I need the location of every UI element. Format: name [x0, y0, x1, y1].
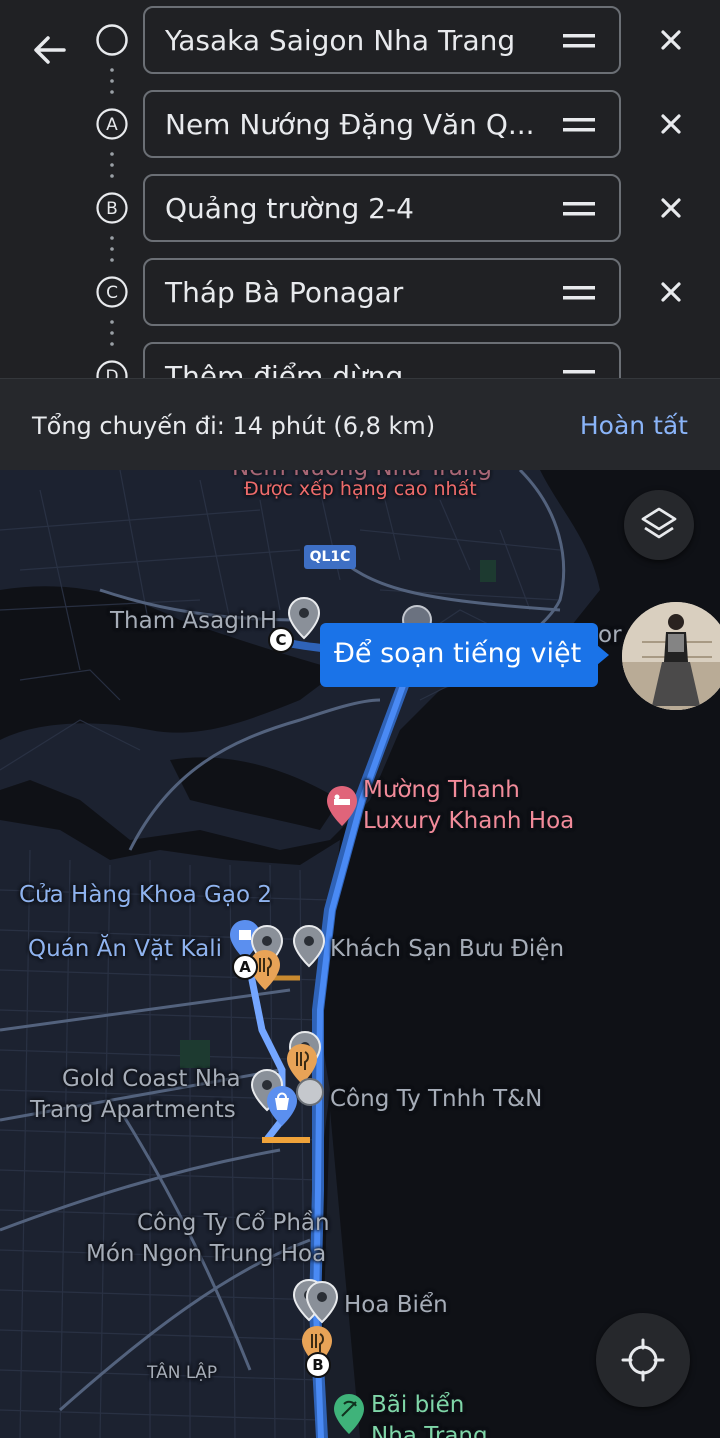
origin-field-text: Yasaka Saigon Nha Trang [165, 24, 516, 57]
gray-place-pin-icon[interactable] [305, 1280, 339, 1324]
gray-place-pin-icon[interactable] [292, 924, 326, 968]
remove-stop-b-close-icon[interactable] [652, 189, 690, 227]
keyboard-tooltip[interactable]: Để soạn tiếng việt [320, 623, 598, 687]
route-connector-dots [110, 234, 114, 268]
place-label-khach-san[interactable]: Khách Sạn Bưu Điện [330, 934, 564, 965]
stop-b-field-text: Quảng trường 2-4 [165, 192, 414, 225]
route-connector-dots [110, 318, 114, 352]
place-label-bai-bien[interactable]: Bãi biển [371, 1390, 464, 1421]
area-label-tan-lap: TÂN LẬP [147, 1363, 218, 1383]
place-label-cong-ty-cp-2[interactable]: Món Ngon Trung Hoa [86, 1239, 326, 1270]
stop-a-field[interactable]: Nem Nướng Đặng Văn Q... [143, 90, 621, 158]
svg-text:C: C [106, 283, 118, 303]
stop-a-marker-icon: A [95, 107, 129, 141]
stop-b-marker-icon: B [95, 191, 129, 225]
svg-text:B: B [106, 199, 118, 219]
place-label-muong-thanh[interactable]: Mường Thanh [363, 775, 520, 806]
place-label-cua-hang[interactable]: Cửa Hàng Khoa Gạo 2 [19, 880, 272, 911]
stop-c-marker-icon: C [95, 275, 129, 309]
trip-total-text: Tổng chuyến đi: 14 phút (6,8 km) [32, 412, 436, 440]
my-location-button[interactable] [596, 1313, 690, 1407]
place-label-cong-ty-tn[interactable]: Công Ty Tnhh T&N [330, 1084, 542, 1115]
drag-handle-icon[interactable] [563, 282, 595, 304]
add-stop-placeholder: Thêm điểm dừng [165, 360, 404, 378]
user-avatar[interactable] [622, 602, 720, 710]
place-label-muong-thanh-2[interactable]: Luxury Khanh Hoa [363, 806, 574, 837]
map-stop-c-marker[interactable]: C [268, 627, 294, 653]
place-label-bai-bien-2[interactable]: Nha Trang [371, 1421, 488, 1438]
top-rated-badge: Được xếp hạng cao nhất [244, 478, 477, 500]
drag-handle-icon[interactable] [563, 114, 595, 136]
layers-button[interactable] [624, 490, 694, 560]
back-arrow-icon[interactable] [28, 28, 72, 72]
map-view[interactable]: Nem Nướng Nha Trang Được xếp hạng cao nh… [0, 470, 720, 1438]
origin-field[interactable]: Yasaka Saigon Nha Trang [143, 6, 621, 74]
remove-stop-a-close-icon[interactable] [652, 105, 690, 143]
remove-stop-c-close-icon[interactable] [652, 273, 690, 311]
road-shield-ql1c: QL1C [304, 545, 356, 569]
stop-b-field[interactable]: Quảng trường 2-4 [143, 174, 621, 242]
drag-handle-icon[interactable] [563, 30, 595, 52]
place-label-tham-asagin[interactable]: Tham AsaginH [110, 606, 277, 637]
stop-a-field-text: Nem Nướng Đặng Văn Q... [165, 108, 535, 141]
trip-summary-bar: Tổng chuyến đi: 14 phút (6,8 km) Hoàn tấ… [0, 378, 720, 470]
route-connector-dots [110, 150, 114, 184]
place-label-gold-coast-2[interactable]: Trang Apartments [30, 1095, 236, 1126]
stop-d-letter: D [105, 367, 118, 378]
stop-d-marker-icon: D [95, 359, 129, 378]
tooltip-arrow [597, 645, 609, 665]
place-label-cong-ty-cp[interactable]: Công Ty Cổ Phần [137, 1208, 330, 1239]
done-button[interactable]: Hoàn tất [580, 379, 688, 473]
svg-text:A: A [106, 115, 118, 135]
route-connector-dots [110, 66, 114, 100]
stop-c-field[interactable]: Tháp Bà Ponagar [143, 258, 621, 326]
beach-pin-icon[interactable] [332, 1392, 366, 1436]
gray-place-pin-icon[interactable] [293, 1072, 327, 1116]
origin-circle-icon [95, 23, 129, 57]
drag-handle-icon[interactable] [563, 198, 595, 220]
place-label-hoa-bien[interactable]: Hoa Biển [344, 1290, 448, 1321]
hotel-pin-icon[interactable] [325, 784, 359, 828]
add-stop-field[interactable]: Thêm điểm dừng [143, 342, 621, 378]
map-stop-a-marker[interactable]: A [232, 954, 258, 980]
drag-handle-icon[interactable] [563, 366, 595, 378]
crosshair-icon [621, 1338, 665, 1382]
place-label-gold-coast[interactable]: Gold Coast Nha [62, 1064, 241, 1095]
place-label-quan-an[interactable]: Quán Ăn Vặt Kali [28, 934, 222, 965]
map-stop-b-marker[interactable]: B [305, 1352, 331, 1378]
route-editor: Yasaka Saigon Nha Trang A Nem Nướng Đặng… [0, 0, 720, 378]
remove-origin-close-icon[interactable] [652, 21, 690, 59]
stop-c-field-text: Tháp Bà Ponagar [165, 276, 404, 309]
layers-icon [641, 507, 677, 539]
